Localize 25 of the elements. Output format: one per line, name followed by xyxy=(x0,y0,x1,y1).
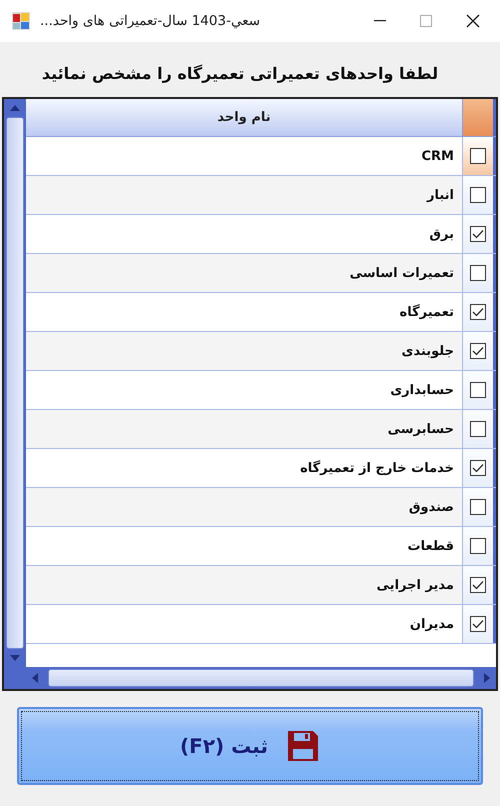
checkbox[interactable] xyxy=(470,226,486,242)
checkbox[interactable] xyxy=(470,460,486,476)
window-title: سعي-1403 سال-تعمیراتی های واحد... xyxy=(40,13,262,29)
close-icon[interactable] xyxy=(466,14,480,28)
checkbox[interactable] xyxy=(470,577,486,593)
checkbox[interactable] xyxy=(470,538,486,554)
vertical-scrollbar[interactable] xyxy=(4,99,26,667)
header-corner xyxy=(463,99,496,136)
checkbox[interactable] xyxy=(470,382,486,398)
checkbox[interactable] xyxy=(470,148,486,164)
column-header[interactable]: نام واحد xyxy=(26,99,463,136)
checkbox[interactable] xyxy=(470,265,486,281)
minimize-icon[interactable] xyxy=(374,20,386,22)
scroll-thumb[interactable] xyxy=(48,669,474,687)
checkbox[interactable] xyxy=(470,343,486,359)
checkbox[interactable] xyxy=(470,499,486,515)
instruction-heading: لطفا واحدهای تعمیراتی تعمیرگاه را مشخص نمائید xyxy=(40,63,440,85)
checkbox[interactable] xyxy=(470,421,486,437)
scroll-thumb[interactable] xyxy=(6,117,24,649)
submit-button[interactable]: ثبت (F۲) xyxy=(17,707,483,785)
checkbox[interactable] xyxy=(470,616,486,632)
app-icon xyxy=(12,12,30,30)
checkbox[interactable] xyxy=(470,304,486,320)
horizontal-scrollbar[interactable] xyxy=(26,667,496,689)
checkbox[interactable] xyxy=(470,187,486,203)
